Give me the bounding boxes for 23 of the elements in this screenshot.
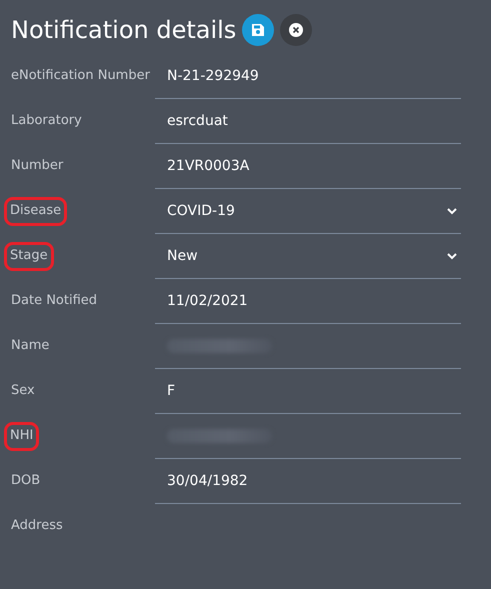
close-button[interactable] — [280, 14, 312, 46]
select-field[interactable]: New — [155, 234, 461, 279]
text-field[interactable]: 30/04/1982 — [155, 459, 461, 504]
chevron-down-icon — [447, 252, 457, 260]
text-field[interactable]: 21VR0003A — [155, 144, 461, 189]
field-label: Number — [11, 157, 64, 176]
text-field[interactable]: N-21-292949 — [155, 54, 461, 99]
field-label: eNotification Number — [11, 67, 150, 86]
field-label: Date Notified — [11, 292, 98, 310]
field-label: Sex — [11, 382, 35, 400]
text-field[interactable]: 11/02/2021 — [155, 279, 461, 324]
select-field[interactable]: COVID-19 — [155, 189, 461, 234]
save-button[interactable] — [242, 14, 274, 46]
field-label: Laboratory — [11, 112, 82, 130]
text-field[interactable]: esrcduat — [155, 99, 461, 144]
field-label: Name — [11, 337, 50, 356]
save-icon — [251, 23, 266, 37]
field-label: DOB — [11, 472, 40, 490]
chevron-down-icon — [447, 208, 457, 214]
close-icon — [289, 23, 304, 37]
field-label: Address — [11, 517, 63, 536]
text-field[interactable]: F — [155, 369, 461, 414]
page-title: Notification details — [11, 16, 236, 44]
